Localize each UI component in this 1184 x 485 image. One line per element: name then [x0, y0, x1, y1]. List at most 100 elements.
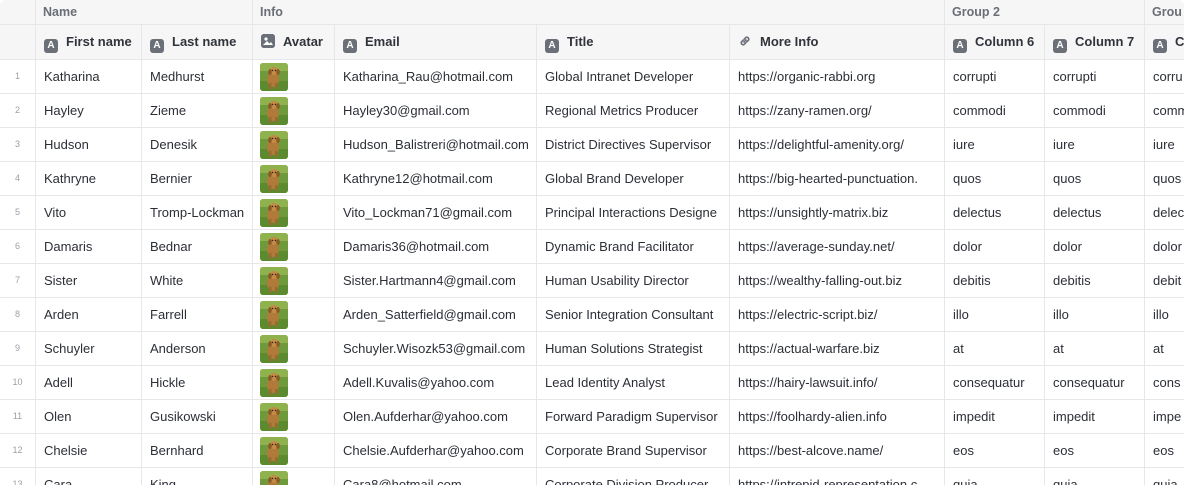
email-cell[interactable]: Katharina_Rau@hotmail.com — [335, 60, 537, 94]
title-cell[interactable]: Senior Integration Consultant — [537, 298, 730, 332]
email-cell[interactable]: Olen.Aufderhar@yahoo.com — [335, 400, 537, 434]
table-row[interactable]: 8 Arden Farrell Arden_Satterfield@gmail.com… — [0, 298, 1184, 332]
title-cell[interactable]: Lead Identity Analyst — [537, 366, 730, 400]
column-8-cell[interactable]: quos — [1145, 162, 1184, 196]
column-6-cell[interactable]: corrupti — [945, 60, 1045, 94]
title-cell[interactable]: Global Brand Developer — [537, 162, 730, 196]
avatar-cell[interactable] — [253, 434, 335, 468]
first-name-cell[interactable]: Chelsie — [36, 434, 142, 468]
column-6-cell[interactable]: delectus — [945, 196, 1045, 230]
last-name-cell[interactable]: Hickle — [142, 366, 253, 400]
more-info-cell[interactable]: https://average-sunday.net/ — [730, 230, 945, 264]
last-name-cell[interactable]: Bernier — [142, 162, 253, 196]
column-header[interactable]: A First name — [36, 25, 142, 60]
column-header[interactable]: A Column 7 — [1045, 25, 1145, 60]
column-8-cell[interactable]: quia — [1145, 468, 1184, 485]
column-header[interactable]: AC — [1145, 25, 1184, 60]
table-row[interactable]: 4 Kathryne Bernier Kathryne12@hotmail.com Gl… — [0, 162, 1184, 196]
last-name-cell[interactable]: Bernhard — [142, 434, 253, 468]
table-row[interactable]: 13 Cara King Cara8@hotmail.com Corporate Div… — [0, 468, 1184, 485]
email-cell[interactable]: Adell.Kuvalis@yahoo.com — [335, 366, 537, 400]
table-row[interactable]: 5 Vito Tromp-Lockman Vito_Lockman71@gmail.c… — [0, 196, 1184, 230]
last-name-cell[interactable]: White — [142, 264, 253, 298]
column-6-cell[interactable]: consequatur — [945, 366, 1045, 400]
more-info-cell[interactable]: https://wealthy-falling-out.biz — [730, 264, 945, 298]
column-7-cell[interactable]: impedit — [1045, 400, 1145, 434]
table-row[interactable]: 11 Olen Gusikowski Olen.Aufderhar@yahoo.com… — [0, 400, 1184, 434]
column-6-cell[interactable]: quos — [945, 162, 1045, 196]
column-6-cell[interactable]: eos — [945, 434, 1045, 468]
avatar-cell[interactable] — [253, 196, 335, 230]
column-8-cell[interactable]: impe — [1145, 400, 1184, 434]
column-7-cell[interactable]: iure — [1045, 128, 1145, 162]
avatar-cell[interactable] — [253, 264, 335, 298]
first-name-cell[interactable]: Adell — [36, 366, 142, 400]
avatar-cell[interactable] — [253, 400, 335, 434]
column-header[interactable]: A Email — [335, 25, 537, 60]
group-header[interactable]: Grou — [1145, 0, 1184, 25]
email-cell[interactable]: Vito_Lockman71@gmail.com — [335, 196, 537, 230]
avatar-cell[interactable] — [253, 298, 335, 332]
avatar-cell[interactable] — [253, 94, 335, 128]
last-name-cell[interactable]: Anderson — [142, 332, 253, 366]
column-header[interactable]: A Column 6 — [945, 25, 1045, 60]
column-7-cell[interactable]: quos — [1045, 162, 1145, 196]
more-info-cell[interactable]: https://foolhardy-alien.info — [730, 400, 945, 434]
column-8-cell[interactable]: iure — [1145, 128, 1184, 162]
last-name-cell[interactable]: Gusikowski — [142, 400, 253, 434]
more-info-cell[interactable]: https://unsightly-matrix.biz — [730, 196, 945, 230]
more-info-cell[interactable]: https://zany-ramen.org/ — [730, 94, 945, 128]
email-cell[interactable]: Damaris36@hotmail.com — [335, 230, 537, 264]
title-cell[interactable]: Human Solutions Strategist — [537, 332, 730, 366]
group-header[interactable]: Group 2 — [945, 0, 1145, 25]
column-7-cell[interactable]: illo — [1045, 298, 1145, 332]
table-row[interactable]: 2 Hayley Zieme Hayley30@gmail.com Regional M… — [0, 94, 1184, 128]
email-cell[interactable]: Schuyler.Wisozk53@gmail.com — [335, 332, 537, 366]
email-cell[interactable]: Hudson_Balistreri@hotmail.com — [335, 128, 537, 162]
column-8-cell[interactable]: eos — [1145, 434, 1184, 468]
column-7-cell[interactable]: quia — [1045, 468, 1145, 485]
email-cell[interactable]: Sister.Hartmann4@gmail.com — [335, 264, 537, 298]
column-header[interactable]: A Last name — [142, 25, 253, 60]
column-8-cell[interactable]: illo — [1145, 298, 1184, 332]
last-name-cell[interactable]: Farrell — [142, 298, 253, 332]
column-6-cell[interactable]: impedit — [945, 400, 1045, 434]
column-7-cell[interactable]: consequatur — [1045, 366, 1145, 400]
more-info-cell[interactable]: https://big-hearted-punctuation. — [730, 162, 945, 196]
first-name-cell[interactable]: Hudson — [36, 128, 142, 162]
table-row[interactable]: 6 Damaris Bednar Damaris36@hotmail.com Dynam… — [0, 230, 1184, 264]
title-cell[interactable]: Regional Metrics Producer — [537, 94, 730, 128]
first-name-cell[interactable]: Katharina — [36, 60, 142, 94]
title-cell[interactable]: District Directives Supervisor — [537, 128, 730, 162]
more-info-cell[interactable]: https://best-alcove.name/ — [730, 434, 945, 468]
first-name-cell[interactable]: Cara — [36, 468, 142, 485]
column-6-cell[interactable]: dolor — [945, 230, 1045, 264]
more-info-cell[interactable]: https://electric-script.biz/ — [730, 298, 945, 332]
column-7-cell[interactable]: debitis — [1045, 264, 1145, 298]
column-7-cell[interactable]: corrupti — [1045, 60, 1145, 94]
column-6-cell[interactable]: commodi — [945, 94, 1045, 128]
first-name-cell[interactable]: Olen — [36, 400, 142, 434]
first-name-cell[interactable]: Hayley — [36, 94, 142, 128]
last-name-cell[interactable]: Denesik — [142, 128, 253, 162]
title-cell[interactable]: Dynamic Brand Facilitator — [537, 230, 730, 264]
table-row[interactable]: 3 Hudson Denesik Hudson_Balistreri@hotmail.… — [0, 128, 1184, 162]
column-6-cell[interactable]: debitis — [945, 264, 1045, 298]
last-name-cell[interactable]: Tromp-Lockman — [142, 196, 253, 230]
first-name-cell[interactable]: Vito — [36, 196, 142, 230]
title-cell[interactable]: Corporate Brand Supervisor — [537, 434, 730, 468]
column-7-cell[interactable]: at — [1045, 332, 1145, 366]
title-cell[interactable]: Corporate Division Producer — [537, 468, 730, 485]
title-cell[interactable]: Forward Paradigm Supervisor — [537, 400, 730, 434]
last-name-cell[interactable]: Bednar — [142, 230, 253, 264]
email-cell[interactable]: Kathryne12@hotmail.com — [335, 162, 537, 196]
column-7-cell[interactable]: delectus — [1045, 196, 1145, 230]
column-header[interactable]: More Info — [730, 25, 945, 60]
more-info-cell[interactable]: https://actual-warfare.biz — [730, 332, 945, 366]
title-cell[interactable]: Human Usability Director — [537, 264, 730, 298]
last-name-cell[interactable]: Medhurst — [142, 60, 253, 94]
avatar-cell[interactable] — [253, 162, 335, 196]
table-row[interactable]: 1 Katharina Medhurst Katharina_Rau@hotmail.… — [0, 60, 1184, 94]
group-header[interactable]: Info — [253, 0, 945, 25]
email-cell[interactable]: Hayley30@gmail.com — [335, 94, 537, 128]
